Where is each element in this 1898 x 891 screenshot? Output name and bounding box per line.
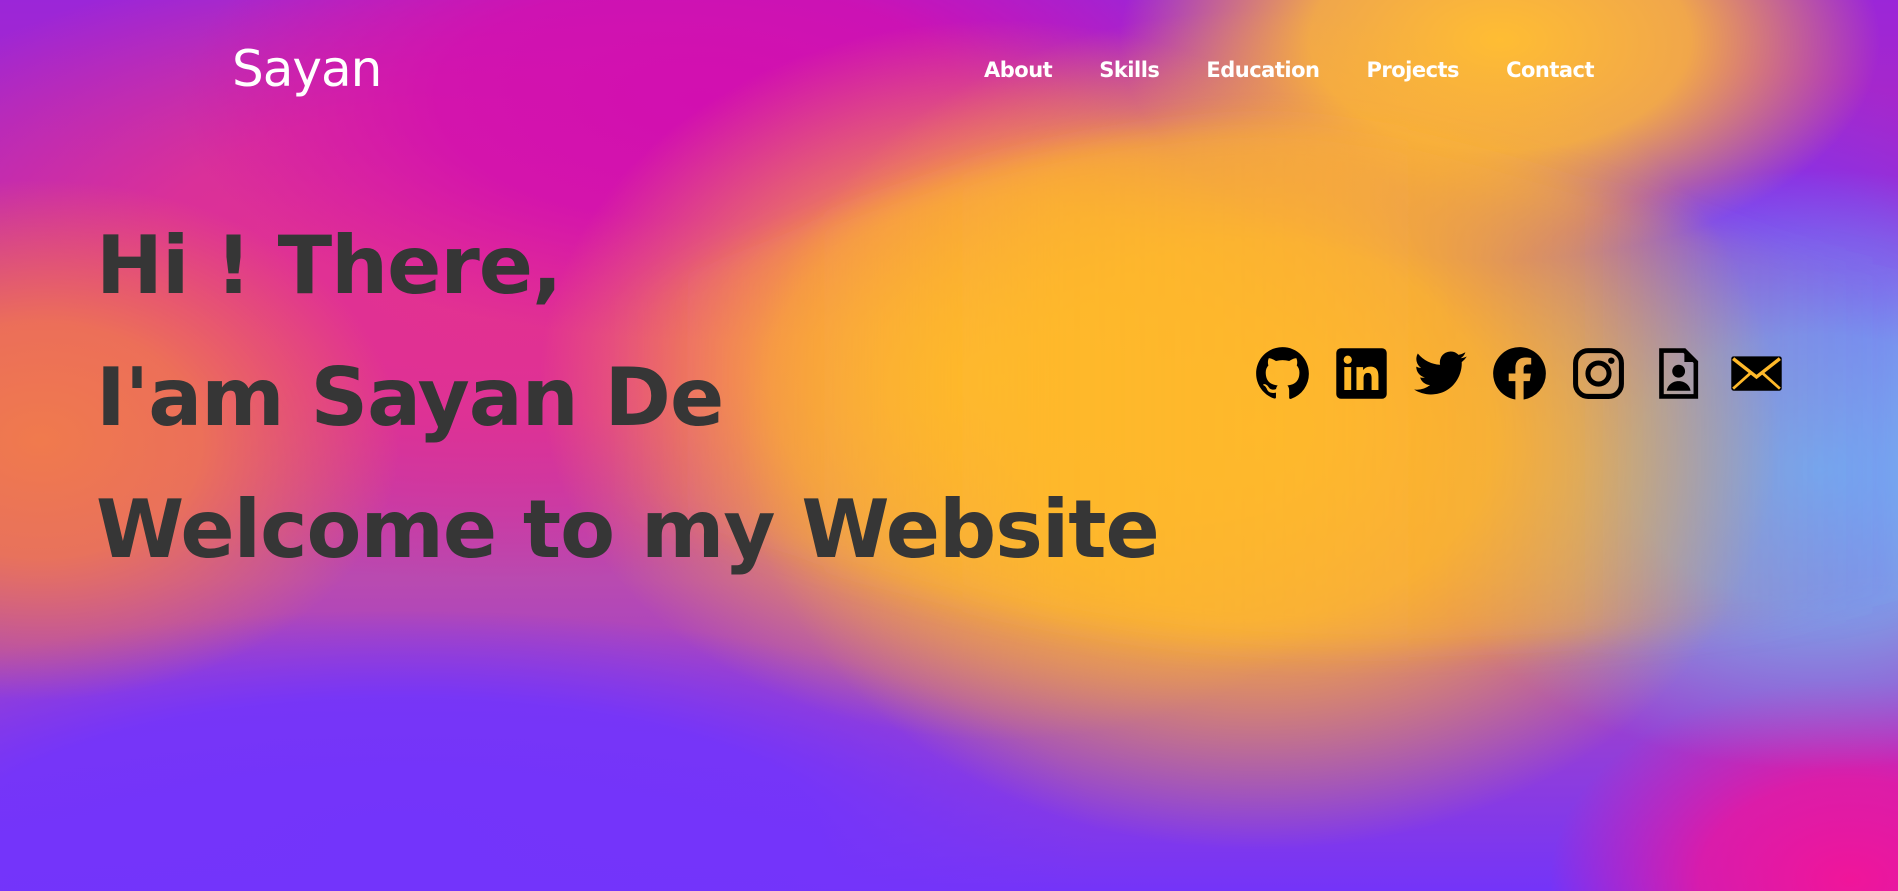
twitter-link[interactable]: [1413, 346, 1468, 401]
nav-link-about[interactable]: About: [984, 60, 1053, 81]
linkedin-link[interactable]: [1334, 346, 1389, 401]
resume-icon: [1659, 348, 1699, 399]
instagram-link[interactable]: [1571, 346, 1626, 401]
hero-welcome: Welcome to my Website: [96, 483, 1160, 576]
hero-greeting: Hi ! There,: [96, 219, 562, 312]
email-icon: [1731, 356, 1782, 391]
linkedin-icon: [1336, 348, 1387, 399]
resume-link[interactable]: [1650, 346, 1705, 401]
nav-link-skills[interactable]: Skills: [1099, 60, 1160, 81]
instagram-icon: [1573, 348, 1624, 399]
site-header: Sayan About Skills Education Projects Co…: [0, 0, 1898, 150]
facebook-link[interactable]: [1492, 346, 1547, 401]
hero-section: Hi ! There, I'am Sayan De Welcome to my …: [96, 200, 1160, 596]
facebook-icon: [1493, 347, 1546, 400]
nav-link-contact[interactable]: Contact: [1506, 60, 1595, 81]
hero-name: I'am Sayan De: [96, 351, 724, 444]
github-link[interactable]: [1255, 346, 1310, 401]
twitter-icon: [1414, 351, 1467, 395]
nav-link-education[interactable]: Education: [1206, 60, 1320, 81]
email-link[interactable]: [1729, 346, 1784, 401]
social-links: [1255, 346, 1784, 401]
site-logo[interactable]: Sayan: [232, 44, 382, 94]
github-icon: [1256, 347, 1309, 399]
nav-link-projects[interactable]: Projects: [1366, 60, 1459, 81]
main-nav: About Skills Education Projects Contact: [984, 60, 1595, 81]
